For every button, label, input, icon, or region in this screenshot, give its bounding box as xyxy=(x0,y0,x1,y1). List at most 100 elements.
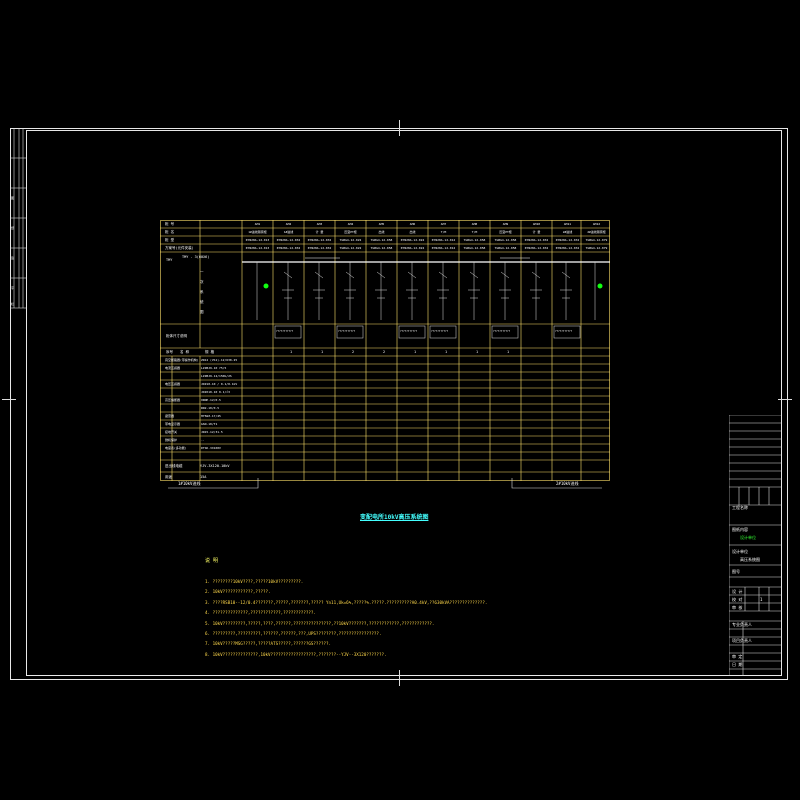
component-name-1: 真空断路器(带操作机构) xyxy=(165,358,199,362)
component-spec-5: JDZX10-10 0.1/√3 xyxy=(201,390,230,394)
count-value-8: 1 xyxy=(507,350,510,354)
col-5-name: 出线 xyxy=(378,230,385,234)
component-spec-7: RN2-10/0.5 xyxy=(201,406,220,410)
component-spec-6: XRNP-12/0.5 xyxy=(201,398,221,402)
left-binding-strip xyxy=(10,128,26,309)
col-6-scheme: KYN28A-12-024 xyxy=(400,246,425,250)
col-4-model: TGBG4-12-022 xyxy=(339,238,362,242)
component-name-8: 避雷器 xyxy=(165,414,175,418)
col-12-model: TGBG4-12-079 xyxy=(585,238,608,242)
top-center-mark xyxy=(399,120,400,136)
col-8-name: T/M xyxy=(471,230,478,234)
tb-sheet: 1 xyxy=(760,597,763,602)
count-value-1: 1 xyxy=(290,350,293,354)
col-3-name: 计 量 xyxy=(315,230,324,234)
desc-box-6: ??????????? xyxy=(555,330,573,333)
strip-label-1: 图 xyxy=(11,196,15,200)
note-3: 3. ????RSB10--12/0.4???????,?????,??????… xyxy=(205,599,488,605)
col-12-scheme: TGBG4-12-079 xyxy=(585,246,608,250)
left-feed-label: 1#10kV进线 xyxy=(178,481,201,486)
col-5-model: TGBG4-12-058 xyxy=(370,238,393,242)
col-1-no: AH1 xyxy=(254,222,261,226)
row-header-no: 柜 号 xyxy=(165,222,175,226)
title-block-content: 高压系统图 xyxy=(740,557,760,562)
note-2: 2. 10kV????????????,?????. xyxy=(205,589,271,595)
count-value-4: 2 xyxy=(383,350,386,354)
desc-box-1: ??????????? xyxy=(276,330,294,333)
component-spec-12: DTSD-3X100V xyxy=(201,446,221,450)
col-4-scheme: TGBG4-12-022 xyxy=(339,246,362,250)
col-11-scheme: KYN28A-12-032 xyxy=(555,246,580,250)
col-11-name: 2#进线 xyxy=(562,230,573,234)
drawing-title: 变配电所10kV高压系统图 xyxy=(360,514,429,521)
count-hdr-spec: 规 格 xyxy=(205,350,215,354)
component-spec-1: ZN12 (VS1)-12/630-25 xyxy=(201,358,238,362)
note-7: 7. 10kV?????MSG?????,?????ATS?????,?????… xyxy=(205,641,332,647)
right-center-mark xyxy=(778,399,792,400)
col-11-no: AH11 xyxy=(563,222,572,226)
title-block-project: 工程名称 xyxy=(732,505,748,510)
title-block-green-text: 设计单位 xyxy=(740,535,756,540)
section-label-4: 统 xyxy=(200,300,204,304)
title-block-row-content: 图纸内容 xyxy=(732,527,748,532)
row-header-scheme: 方案号(元件安装) xyxy=(165,246,194,250)
component-name-6: 高压熔断器 xyxy=(165,398,181,402)
note-5: 5. 10kV?????????,?????,????,??????,?????… xyxy=(205,620,435,626)
component-spec-2: LZZBJ9-10 75/5 xyxy=(201,366,227,370)
strip-label-2: 纸 xyxy=(11,226,15,230)
component-name-4: 电压互感器 xyxy=(165,382,181,386)
col-7-model: KYN28A-12-012 xyxy=(431,238,456,242)
col-9-name: 压变PT柜 xyxy=(499,230,512,234)
desc-box-3: ??????????? xyxy=(400,330,418,333)
note-8: 8. 10kV??????????????,10kV??????????????… xyxy=(205,651,387,657)
indicator-lamp-left xyxy=(263,283,269,289)
col-10-model: KYN28A-12-032 xyxy=(524,238,549,242)
feed-brackets xyxy=(168,478,602,489)
note-6: 6. ?????????,?????????,??????,??????,???… xyxy=(205,631,382,636)
col-5-scheme: TGBG4-12-058 xyxy=(370,246,393,250)
component-name-2: 电流互感器 xyxy=(165,366,181,370)
tb-label-a1: 校 对 xyxy=(732,597,743,602)
col-4-no: AH4 xyxy=(347,222,354,226)
title-block-grid xyxy=(729,415,782,676)
desc-label: 柜体尺寸说明 xyxy=(166,334,187,338)
title-block-row-design: 设计单位 xyxy=(732,549,748,554)
col-10-no: AH10 xyxy=(532,222,541,226)
section-label-5: 图 xyxy=(200,310,204,314)
col-12-no: AH12 xyxy=(592,222,601,226)
col-3-scheme: KYN28A-12-032 xyxy=(307,246,332,250)
col-7-no: AH7 xyxy=(440,222,447,226)
bus-label: TMY - 3(60X6) xyxy=(182,255,210,259)
row-header-model: 柜 型 xyxy=(165,238,175,242)
strip-label-4: 字 xyxy=(11,286,15,290)
title-block-row-drawing-no: 图号 xyxy=(732,569,740,574)
section-label-0: TMY xyxy=(166,258,173,262)
section-label-2: 次 xyxy=(200,280,204,284)
col-2-model: KYN28A-12-032 xyxy=(276,238,301,242)
component-spec-9: GSN-10/T1 xyxy=(201,422,218,426)
component-name-9: 带电显示器 xyxy=(165,422,181,426)
note-4: 4. ??????????????,????????????,?????????… xyxy=(205,610,316,616)
strip-label-5: 栏 xyxy=(11,302,15,306)
bottom-row-1-spec: YJV-3X120-10kV xyxy=(200,464,230,468)
col-12-name: 2#进线隔离柜 xyxy=(587,230,606,234)
count-value-2: 1 xyxy=(321,350,324,354)
tb-label-b2: 审 定 xyxy=(732,654,743,659)
component-name-12: 电度表(多功能) xyxy=(165,446,187,450)
count-value-7: 1 xyxy=(476,350,479,354)
col-1-scheme: KYN28A-12-013 xyxy=(245,246,270,250)
desc-box-2: ??????????? xyxy=(338,330,356,333)
col-7-scheme: KYN28A-12-012 xyxy=(431,246,456,250)
notes-title: 说 明 xyxy=(205,558,219,564)
col-7-name: T/M xyxy=(440,230,447,234)
bottom-row-1-name: 进出线电缆 xyxy=(165,464,183,468)
col-3-model: KYN28A-12-032 xyxy=(307,238,332,242)
col-6-no: AH6 xyxy=(409,222,416,226)
row-header-name: 柜 名 xyxy=(165,230,175,234)
component-name-11: 微机保护 xyxy=(165,438,178,442)
tb-label-b1: 项目负责人 xyxy=(732,638,752,643)
note-1: 1. ????????10kV????,?????10kV?????????. xyxy=(205,579,304,584)
component-spec-4: JDZ10-10 / 0.1/0.1kV xyxy=(201,382,238,386)
count-value-6: 1 xyxy=(445,350,448,354)
col-2-name: 1#进线 xyxy=(283,230,294,234)
